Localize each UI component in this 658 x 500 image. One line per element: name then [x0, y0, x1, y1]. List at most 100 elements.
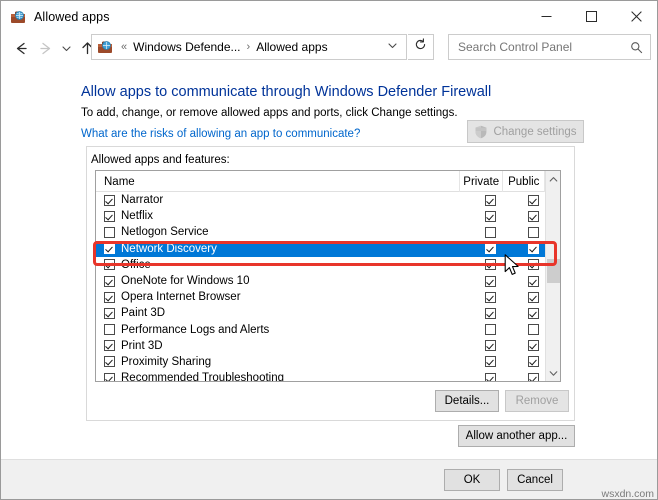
breadcrumb-separator: ›: [243, 41, 255, 53]
recent-locations-chevron-down-icon[interactable]: [57, 37, 75, 61]
private-cell: [468, 243, 512, 254]
page-title: Allow apps to communicate through Window…: [81, 84, 491, 100]
table-row[interactable]: OneNote for Windows 10: [96, 273, 560, 289]
column-header-public[interactable]: Public: [503, 171, 545, 192]
private-checkbox[interactable]: [485, 324, 496, 335]
row-enabled-checkbox[interactable]: [104, 340, 115, 351]
public-checkbox[interactable]: [528, 324, 539, 335]
change-settings-button[interactable]: Change settings: [467, 120, 584, 143]
row-enabled-checkbox[interactable]: [104, 308, 115, 319]
close-button[interactable]: [614, 1, 658, 32]
private-cell: [468, 356, 512, 367]
private-checkbox[interactable]: [485, 259, 496, 270]
table-row[interactable]: Print 3D: [96, 338, 560, 354]
listview-scrollbar[interactable]: [545, 171, 560, 381]
title-bar: Allowed apps: [1, 1, 658, 32]
search-input[interactable]: [456, 39, 620, 55]
private-checkbox[interactable]: [485, 276, 496, 287]
row-name-cell: Performance Logs and Alerts: [96, 324, 468, 336]
public-checkbox[interactable]: [528, 308, 539, 319]
column-header-name[interactable]: Name: [96, 171, 460, 192]
table-row[interactable]: Performance Logs and Alerts: [96, 322, 560, 338]
row-enabled-checkbox[interactable]: [104, 227, 115, 238]
minimize-button[interactable]: [524, 1, 569, 32]
row-name-cell: Narrator: [96, 194, 468, 206]
public-checkbox[interactable]: [528, 211, 539, 222]
public-checkbox[interactable]: [528, 259, 539, 270]
table-row[interactable]: Network Discovery: [96, 241, 560, 257]
table-row[interactable]: Opera Internet Browser: [96, 289, 560, 305]
breadcrumb-item-windows-defender[interactable]: Windows Defende...: [131, 40, 242, 54]
private-checkbox[interactable]: [485, 373, 496, 381]
private-checkbox[interactable]: [485, 211, 496, 222]
ok-button[interactable]: OK: [444, 469, 500, 491]
table-row[interactable]: Netflix: [96, 208, 560, 224]
row-label: Performance Logs and Alerts: [121, 324, 269, 336]
row-enabled-checkbox[interactable]: [104, 276, 115, 287]
address-bar[interactable]: « Windows Defende... › Allowed apps: [91, 34, 407, 60]
allowed-apps-listview[interactable]: Name Private Public Narrator Netflix Netlo…: [95, 170, 561, 382]
row-enabled-checkbox[interactable]: [104, 243, 115, 254]
row-label: Network Discovery: [121, 243, 217, 255]
row-label: OneNote for Windows 10: [121, 275, 249, 287]
dialog-footer: OK Cancel wsxdn.com: [1, 459, 658, 500]
private-checkbox[interactable]: [485, 292, 496, 303]
public-checkbox[interactable]: [528, 292, 539, 303]
allowed-apps-window: Allowed apps: [0, 0, 658, 500]
row-enabled-checkbox[interactable]: [104, 356, 115, 367]
table-row[interactable]: Recommended Troubleshooting: [96, 370, 560, 381]
row-enabled-checkbox[interactable]: [104, 292, 115, 303]
scroll-down-chevron-icon[interactable]: [546, 365, 561, 381]
refresh-button[interactable]: [408, 34, 434, 60]
public-checkbox[interactable]: [528, 340, 539, 351]
row-label: Office: [121, 259, 151, 271]
private-checkbox[interactable]: [485, 356, 496, 367]
row-enabled-checkbox[interactable]: [104, 259, 115, 270]
public-checkbox[interactable]: [528, 373, 539, 381]
private-checkbox[interactable]: [485, 227, 496, 238]
risks-link[interactable]: What are the risks of allowing an app to…: [81, 128, 360, 140]
private-cell: [468, 276, 512, 287]
row-enabled-checkbox[interactable]: [104, 211, 115, 222]
row-enabled-checkbox[interactable]: [104, 195, 115, 206]
table-row[interactable]: Office: [96, 257, 560, 273]
search-box[interactable]: [448, 34, 651, 60]
private-checkbox[interactable]: [485, 308, 496, 319]
table-row[interactable]: Narrator: [96, 192, 560, 208]
private-checkbox[interactable]: [485, 340, 496, 351]
cancel-button[interactable]: Cancel: [507, 469, 563, 491]
remove-button[interactable]: Remove: [505, 390, 569, 412]
public-checkbox[interactable]: [528, 276, 539, 287]
row-name-cell: Recommended Troubleshooting: [96, 372, 468, 381]
allow-another-app-button[interactable]: Allow another app...: [458, 425, 575, 447]
row-label: Netflix: [121, 210, 153, 222]
back-button-icon[interactable]: [9, 37, 33, 61]
refresh-icon: [414, 38, 427, 56]
public-checkbox[interactable]: [528, 227, 539, 238]
row-label: Print 3D: [121, 340, 163, 352]
row-name-cell: OneNote for Windows 10: [96, 275, 468, 287]
search-icon[interactable]: [630, 41, 643, 54]
breadcrumb-item-allowed-apps[interactable]: Allowed apps: [254, 40, 329, 54]
private-cell: [468, 227, 512, 238]
listview-body[interactable]: Narrator Netflix Netlogon Service Network D…: [96, 192, 560, 381]
scroll-up-chevron-icon[interactable]: [546, 171, 561, 187]
table-row[interactable]: Netlogon Service: [96, 224, 560, 240]
public-checkbox[interactable]: [528, 356, 539, 367]
maximize-button[interactable]: [569, 1, 614, 32]
public-checkbox[interactable]: [528, 195, 539, 206]
column-header-private[interactable]: Private: [460, 171, 503, 192]
address-dropdown-chevron-down-icon[interactable]: [387, 40, 398, 54]
details-button[interactable]: Details...: [435, 390, 499, 412]
row-enabled-checkbox[interactable]: [104, 324, 115, 335]
row-enabled-checkbox[interactable]: [104, 373, 115, 381]
scrollbar-thumb[interactable]: [547, 259, 560, 283]
table-row[interactable]: Paint 3D: [96, 305, 560, 321]
public-checkbox[interactable]: [528, 243, 539, 254]
private-cell: [468, 195, 512, 206]
table-row[interactable]: Proximity Sharing: [96, 354, 560, 370]
row-name-cell: Print 3D: [96, 340, 468, 352]
private-checkbox[interactable]: [485, 243, 496, 254]
breadcrumb-overflow[interactable]: «: [117, 41, 131, 53]
private-checkbox[interactable]: [485, 195, 496, 206]
